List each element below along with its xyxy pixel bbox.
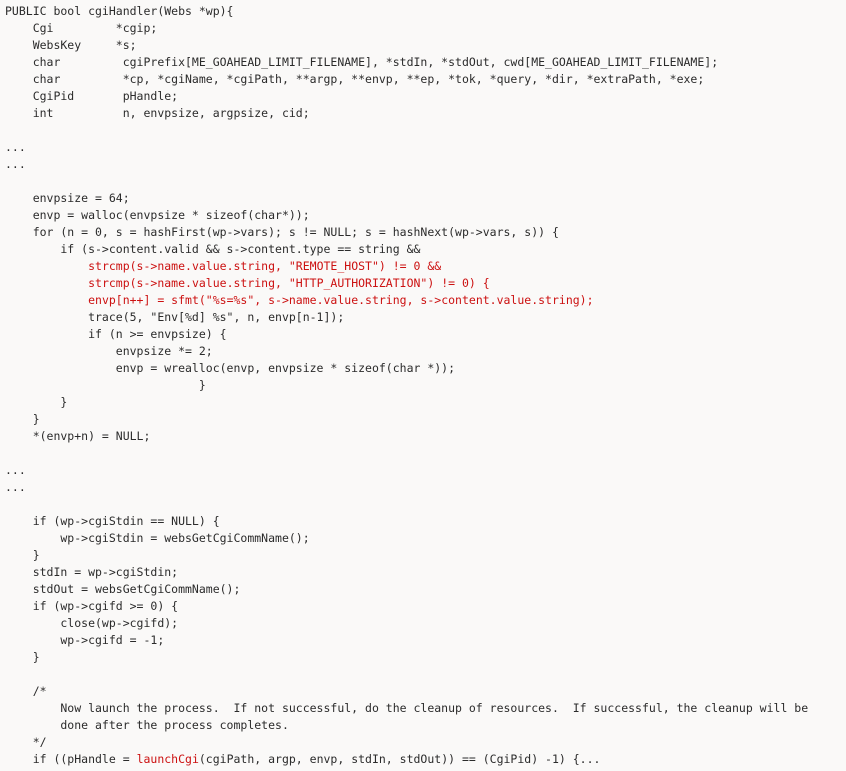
code-line: */ xyxy=(5,734,846,751)
code-line: PUBLIC bool cgiHandler(Webs *wp){ xyxy=(5,3,846,20)
code-token: wp->cgiStdin = websGetCgiCommName(); xyxy=(5,531,310,545)
code-line: } xyxy=(5,394,846,411)
code-line: strcmp(s->name.value.string, "HTTP_AUTHO… xyxy=(5,275,846,292)
code-token: PUBLIC bool cgiHandler(Webs *wp){ xyxy=(5,4,234,18)
code-line: ... xyxy=(5,479,846,496)
code-line: } xyxy=(5,411,846,428)
code-line: ... xyxy=(5,462,846,479)
code-line: Now launch the process. If not successfu… xyxy=(5,700,846,717)
code-token-highlighted: envp[n++] = sfmt("%s=%s", s->name.value.… xyxy=(88,293,594,307)
code-line: for (n = 0, s = hashFirst(wp->vars); s !… xyxy=(5,224,846,241)
code-token: if (s->content.valid && s->content.type … xyxy=(5,242,421,256)
code-token: if (wp->cgifd >= 0) { xyxy=(5,599,179,613)
code-token: ... xyxy=(5,463,26,477)
code-line: envp = wrealloc(envp, envpsize * sizeof(… xyxy=(5,360,846,377)
code-line: if (wp->cgiStdin == NULL) { xyxy=(5,513,846,530)
code-line: envpsize = 64; xyxy=(5,190,846,207)
code-token: envpsize = 64; xyxy=(5,191,130,205)
code-line: if (n >= envpsize) { xyxy=(5,326,846,343)
code-line: envp[n++] = sfmt("%s=%s", s->name.value.… xyxy=(5,292,846,309)
code-token: /* xyxy=(5,684,47,698)
code-line: int n, envpsize, argpsize, cid; xyxy=(5,105,846,122)
code-token: stdOut = websGetCgiCommName(); xyxy=(5,582,241,596)
code-line: trace(5, "Env[%d] %s", n, envp[n-1]); xyxy=(5,309,846,326)
code-line: char cgiPrefix[ME_GOAHEAD_LIMIT_FILENAME… xyxy=(5,54,846,71)
code-token: close(wp->cgifd); xyxy=(5,616,179,630)
code-token-highlighted: launchCgi xyxy=(136,752,199,766)
code-line: Cgi *cgip; xyxy=(5,20,846,37)
code-token: ... xyxy=(5,140,26,154)
code-token: WebsKey *s; xyxy=(5,38,137,52)
code-token: wp->cgifd = -1; xyxy=(5,633,165,647)
code-token: } xyxy=(5,412,40,426)
code-line: stdIn = wp->cgiStdin; xyxy=(5,564,846,581)
code-line: done after the process completes. xyxy=(5,717,846,734)
code-token: char *cp, *cgiName, *cgiPath, **argp, **… xyxy=(5,72,705,86)
code-token: CgiPid pHandle; xyxy=(5,89,179,103)
code-token: envpsize *= 2; xyxy=(5,344,213,358)
code-token: if ((pHandle = xyxy=(5,752,137,766)
code-token: (cgiPath, argp, envp, stdIn, stdOut)) ==… xyxy=(198,752,601,766)
code-token: char cgiPrefix[ME_GOAHEAD_LIMIT_FILENAME… xyxy=(5,55,719,69)
code-line: if (wp->cgifd >= 0) { xyxy=(5,598,846,615)
code-line: strcmp(s->name.value.string, "REMOTE_HOS… xyxy=(5,258,846,275)
code-token: int n, envpsize, argpsize, cid; xyxy=(5,106,310,120)
code-line: if (s->content.valid && s->content.type … xyxy=(5,241,846,258)
code-line: wp->cgifd = -1; xyxy=(5,632,846,649)
code-line: wp->cgiStdin = websGetCgiCommName(); xyxy=(5,530,846,547)
code-line: char *cp, *cgiName, *cgiPath, **argp, **… xyxy=(5,71,846,88)
code-token: } xyxy=(5,378,206,392)
code-line: stdOut = websGetCgiCommName(); xyxy=(5,581,846,598)
code-line: /* xyxy=(5,683,846,700)
code-token: if (wp->cgiStdin == NULL) { xyxy=(5,514,220,528)
code-token: Now launch the process. If not successfu… xyxy=(5,701,809,715)
code-token: } xyxy=(5,650,40,664)
code-line: ... xyxy=(5,156,846,173)
code-line: } xyxy=(5,649,846,666)
code-token: ... xyxy=(5,480,26,494)
code-token: envp = wrealloc(envp, envpsize * sizeof(… xyxy=(5,361,456,375)
code-token: */ xyxy=(5,735,47,749)
code-token: } xyxy=(5,548,40,562)
code-token: ... xyxy=(5,157,26,171)
code-token: *(envp+n) = NULL; xyxy=(5,429,151,443)
code-token: stdIn = wp->cgiStdin; xyxy=(5,565,179,579)
code-line: if ((pHandle = launchCgi(cgiPath, argp, … xyxy=(5,751,846,768)
code-line: *(envp+n) = NULL; xyxy=(5,428,846,445)
code-line: } xyxy=(5,547,846,564)
code-line: ... xyxy=(5,139,846,156)
code-line: close(wp->cgifd); xyxy=(5,615,846,632)
code-line: } xyxy=(5,377,846,394)
code-token: if (n >= envpsize) { xyxy=(5,327,227,341)
code-token: done after the process completes. xyxy=(5,718,289,732)
code-token-highlighted: strcmp(s->name.value.string, "HTTP_AUTHO… xyxy=(88,276,490,290)
code-line: envp = walloc(envpsize * sizeof(char*)); xyxy=(5,207,846,224)
code-line: CgiPid pHandle; xyxy=(5,88,846,105)
code-token: for (n = 0, s = hashFirst(wp->vars); s !… xyxy=(5,225,559,239)
code-line: envpsize *= 2; xyxy=(5,343,846,360)
code-listing: PUBLIC bool cgiHandler(Webs *wp){ Cgi *c… xyxy=(0,0,846,768)
code-token-highlighted: strcmp(s->name.value.string, "REMOTE_HOS… xyxy=(88,259,442,273)
code-token: } xyxy=(5,395,68,409)
code-token: Cgi *cgip; xyxy=(5,21,158,35)
code-line: WebsKey *s; xyxy=(5,37,846,54)
code-token: envp = walloc(envpsize * sizeof(char*)); xyxy=(5,208,310,222)
code-token: trace(5, "Env[%d] %s", n, envp[n-1]); xyxy=(5,310,345,324)
